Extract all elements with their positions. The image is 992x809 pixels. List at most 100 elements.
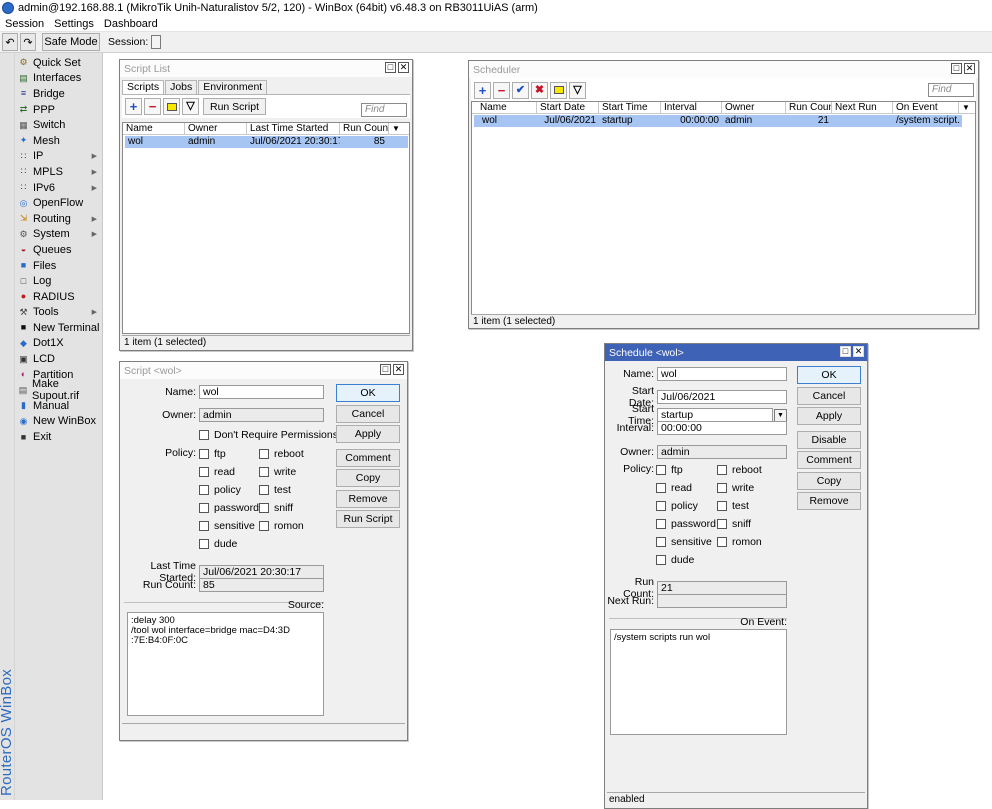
column-header[interactable]: Owner <box>722 102 786 113</box>
sidebar-item-openflow[interactable]: ◎ OpenFlow <box>15 195 102 211</box>
sidebar-item-tools[interactable]: ⚒ Tools ▶ <box>15 305 102 321</box>
sidebar-item-ppp[interactable]: ⇄ PPP <box>15 102 102 118</box>
last-started-field[interactable]: Jul/06/2021 20:30:17 <box>199 565 324 579</box>
policy-checkbox-romon[interactable]: romon <box>259 520 304 532</box>
column-header[interactable]: On Event <box>893 102 959 113</box>
undo-icon[interactable]: ↶ <box>2 33 18 51</box>
policy-checkbox-policy[interactable]: policy <box>199 484 241 496</box>
sidebar-item-log[interactable]: □ Log <box>15 273 102 289</box>
remove-button[interactable]: Remove <box>797 492 861 510</box>
script-list-titlebar[interactable]: Script List □ ✕ <box>120 60 412 77</box>
column-header[interactable]: Run Count <box>340 123 389 134</box>
sidebar-item-mpls[interactable]: ∷ MPLS ▶ <box>15 164 102 180</box>
column-header[interactable]: Last Time Started <box>247 123 340 134</box>
sidebar-item-bridge[interactable]: ≡ Bridge <box>15 86 102 102</box>
column-header[interactable]: Owner <box>185 123 247 134</box>
script-edit-titlebar[interactable]: Script <wol> □ ✕ <box>120 362 407 379</box>
tab-scripts[interactable]: Scripts <box>122 80 165 94</box>
sidebar-item-new-terminal[interactable]: ■ New Terminal <box>15 320 102 336</box>
sidebar-item-queues[interactable]: ◒ Queues <box>15 242 102 258</box>
cancel-button[interactable]: Cancel <box>797 387 861 405</box>
interval-field[interactable]: 00:00:00 <box>657 421 787 435</box>
sidebar-item-files[interactable]: ■ Files <box>15 258 102 274</box>
menu-settings[interactable]: Settings <box>49 18 99 30</box>
name-field[interactable]: wol <box>199 385 324 399</box>
sidebar-item-quick-set[interactable]: ⚙ Quick Set <box>15 55 102 71</box>
policy-checkbox-romon[interactable]: romon <box>717 536 762 548</box>
enable-icon[interactable]: ✔ <box>512 81 529 99</box>
find-input[interactable]: Find <box>928 83 974 97</box>
policy-checkbox-dude[interactable]: dude <box>199 538 237 550</box>
dont-require-permissions-checkbox[interactable]: Don't Require Permissions <box>199 429 338 441</box>
disable-button[interactable]: Disable <box>797 431 861 449</box>
policy-checkbox-sensitive[interactable]: sensitive <box>199 520 255 532</box>
policy-checkbox-sniff[interactable]: sniff <box>717 518 751 530</box>
restore-icon[interactable]: □ <box>951 63 962 74</box>
redo-icon[interactable]: ↷ <box>20 33 36 51</box>
tab-jobs[interactable]: Jobs <box>165 80 198 94</box>
close-icon[interactable]: ✕ <box>398 62 409 73</box>
sidebar-item-mesh[interactable]: ✦ Mesh <box>15 133 102 149</box>
column-header[interactable]: Start Time <box>599 102 661 113</box>
add-icon[interactable]: + <box>474 81 491 99</box>
restore-icon[interactable]: □ <box>380 364 391 375</box>
policy-checkbox-read[interactable]: read <box>199 466 235 478</box>
restore-icon[interactable]: □ <box>385 62 396 73</box>
policy-checkbox-password[interactable]: password <box>656 518 716 530</box>
tab-environment[interactable]: Environment <box>198 80 268 94</box>
policy-checkbox-test[interactable]: test <box>717 500 749 512</box>
start-time-field[interactable]: startup <box>657 408 773 422</box>
comment-button[interactable]: Comment <box>336 449 400 467</box>
table-row[interactable]: wol admin Jul/06/2021 20:30:17 85 <box>125 136 408 148</box>
column-header[interactable]: Name <box>472 102 537 113</box>
find-input[interactable]: Find <box>361 103 407 117</box>
sidebar-item-ipv6[interactable]: ∷ IPv6 ▶ <box>15 180 102 196</box>
policy-checkbox-read[interactable]: read <box>656 482 692 494</box>
apply-button[interactable]: Apply <box>797 407 861 425</box>
safe-mode-button[interactable]: Safe Mode <box>42 33 100 51</box>
sidebar-item-exit[interactable]: ■ Exit <box>15 429 102 445</box>
remove-icon[interactable]: − <box>144 98 161 115</box>
owner-field[interactable]: admin <box>657 445 787 459</box>
ok-button[interactable]: OK <box>336 384 400 402</box>
column-header[interactable]: Start Date <box>537 102 599 113</box>
filter-icon[interactable]: ▽ <box>182 98 199 115</box>
sidebar-item-lcd[interactable]: ▣ LCD <box>15 351 102 367</box>
next-run-field[interactable] <box>657 594 787 608</box>
start-date-field[interactable]: Jul/06/2021 <box>657 390 787 404</box>
column-menu-icon[interactable]: ▼ <box>389 123 403 134</box>
policy-checkbox-policy[interactable]: policy <box>656 500 698 512</box>
run-count-field[interactable]: 85 <box>199 578 324 592</box>
sidebar-item-routing[interactable]: ⇲ Routing ▶ <box>15 211 102 227</box>
remove-icon[interactable]: − <box>493 81 510 99</box>
remove-button[interactable]: Remove <box>336 490 400 508</box>
menu-session[interactable]: Session <box>0 18 49 30</box>
filter-icon[interactable]: ▽ <box>569 81 586 99</box>
name-field[interactable]: wol <box>657 367 787 381</box>
scheduler-titlebar[interactable]: Scheduler □ ✕ <box>469 61 978 78</box>
policy-checkbox-ftp[interactable]: ftp <box>656 464 683 476</box>
close-icon[interactable]: ✕ <box>853 346 864 357</box>
sidebar-item-switch[interactable]: ▦ Switch <box>15 117 102 133</box>
policy-checkbox-dude[interactable]: dude <box>656 554 694 566</box>
ok-button[interactable]: OK <box>797 366 861 384</box>
column-menu-icon[interactable]: ▼ <box>959 102 973 113</box>
close-icon[interactable]: ✕ <box>393 364 404 375</box>
policy-checkbox-sniff[interactable]: sniff <box>259 502 293 514</box>
table-row[interactable]: wol Jul/06/2021 startup 00:00:00 admin 2… <box>474 115 962 127</box>
sidebar-item-radius[interactable]: ● RADIUS <box>15 289 102 305</box>
copy-button[interactable]: Copy <box>336 469 400 487</box>
apply-button[interactable]: Apply <box>336 425 400 443</box>
sidebar-item-manual[interactable]: ▮ Manual <box>15 398 102 414</box>
dropdown-arrow-icon[interactable]: ▼ <box>774 408 787 422</box>
comment-icon[interactable] <box>163 98 180 115</box>
policy-checkbox-sensitive[interactable]: sensitive <box>656 536 712 548</box>
sidebar-item-interfaces[interactable]: ▤ Interfaces <box>15 71 102 87</box>
run-script-button[interactable]: Run Script <box>203 98 267 115</box>
owner-field[interactable]: admin <box>199 408 324 422</box>
column-header[interactable]: Next Run <box>832 102 893 113</box>
on-event-textarea[interactable]: /system scripts run wol <box>610 629 787 735</box>
source-textarea[interactable]: :delay 300 /tool wol interface=bridge ma… <box>127 612 324 716</box>
menu-dashboard[interactable]: Dashboard <box>99 18 163 30</box>
run-count-field[interactable]: 21 <box>657 581 787 595</box>
